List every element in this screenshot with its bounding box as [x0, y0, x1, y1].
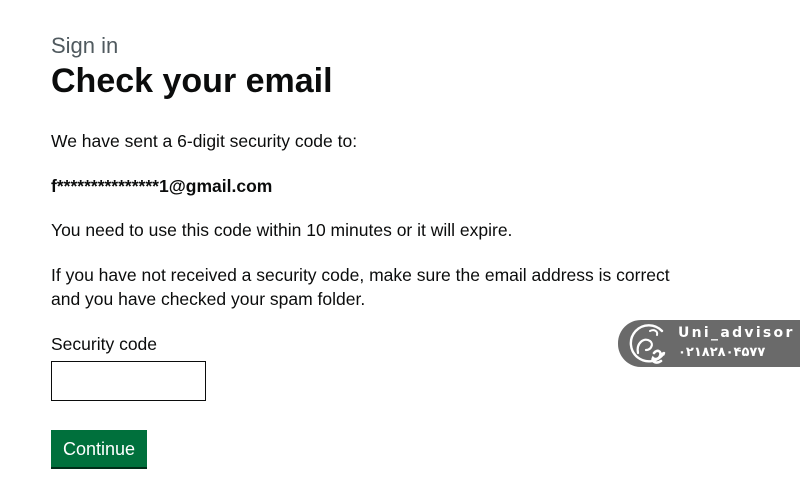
security-code-input[interactable]: [51, 361, 206, 401]
code-sent-message: We have sent a 6-digit security code to:: [51, 131, 358, 151]
masked-email-address: f***************1@gmail.com: [51, 176, 273, 196]
continue-button[interactable]: Continue: [51, 430, 147, 467]
security-code-label: Security code: [51, 334, 158, 354]
uni-advisor-watermark: Uni_advisor ۰۲۱۸۲۸۰۴۵۷۷: [618, 320, 800, 367]
watermark-brand-name: Uni_advisor: [678, 325, 795, 341]
watermark-phone-number: ۰۲۱۸۲۸۰۴۵۷۷: [678, 345, 766, 360]
uni-advisor-logo-icon: [629, 324, 666, 364]
page-title: Check your email: [51, 62, 333, 100]
expiry-message: You need to use this code within 10 minu…: [51, 220, 513, 240]
spam-help-message: If you have not received a security code…: [51, 265, 670, 309]
page-caption: Sign in: [51, 33, 119, 58]
